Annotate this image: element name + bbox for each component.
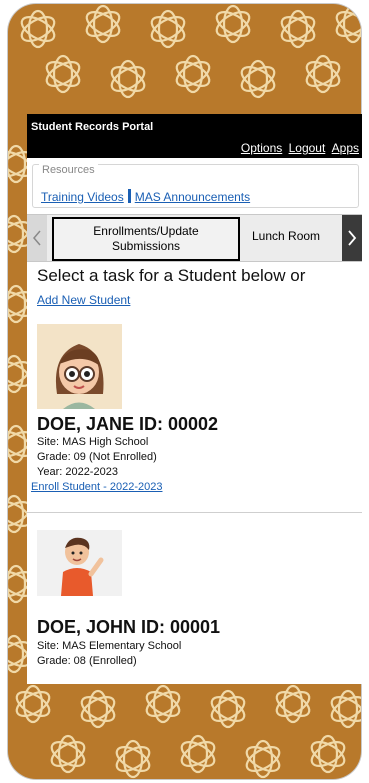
chevron-right-icon xyxy=(348,230,357,246)
task-prompt: Select a task for a Student below or xyxy=(37,266,306,285)
student-grade: Grade: 08 (Enrolled) xyxy=(37,655,137,667)
options-link[interactable]: Options xyxy=(241,141,282,155)
student-grade: Grade: 09 (Not Enrolled) xyxy=(37,451,157,463)
apps-link[interactable]: Apps xyxy=(332,141,359,155)
header-links: Options Logout Apps xyxy=(238,141,359,155)
student-year: Year: 2022-2023 xyxy=(37,466,118,478)
logout-link[interactable]: Logout xyxy=(289,141,326,155)
student-site: Site: MAS High School xyxy=(37,436,149,448)
boy-avatar-icon xyxy=(61,537,104,596)
app-title: Student Records Portal xyxy=(31,121,154,133)
portal-screen: Student Records Portal Options Logout Ap… xyxy=(27,114,362,684)
student-name: DOE, JANE ID: 00002 xyxy=(37,414,219,434)
resources-links: Training Videos MAS Announcements xyxy=(41,189,250,204)
chevron-left-icon xyxy=(33,230,41,246)
tab-scroll-right[interactable] xyxy=(342,215,362,261)
add-new-student-link[interactable]: Add New Student xyxy=(37,293,130,307)
student-avatar xyxy=(37,324,122,409)
resources-box: Resources Training Videos MAS Announcemen… xyxy=(32,164,359,208)
tab-scroll-left[interactable] xyxy=(27,215,47,261)
tab-enrollments-line2: Submissions xyxy=(111,239,180,253)
student-name: DOE, JOHN ID: 00001 xyxy=(37,617,221,637)
student-site: Site: MAS Elementary School xyxy=(37,640,182,652)
mas-announcements-link[interactable]: MAS Announcements xyxy=(135,190,250,204)
student-divider xyxy=(27,512,362,513)
enroll-student-link[interactable]: Enroll Student - 2022-2023 xyxy=(31,481,162,493)
girl-avatar-icon xyxy=(55,344,104,409)
training-videos-link[interactable]: Training Videos xyxy=(41,190,124,204)
task-tab-bar: Enrollments/Update Submissions Lunch Roo… xyxy=(27,214,362,262)
student-avatar xyxy=(37,530,122,596)
tab-enrollments-line1: Enrollments/Update xyxy=(93,224,199,238)
resources-legend: Resources xyxy=(39,164,98,176)
tab-enrollments[interactable]: Enrollments/Update Submissions xyxy=(52,217,240,261)
top-bar: Student Records Portal Options Logout Ap… xyxy=(27,114,362,158)
tab-lunch-room[interactable]: Lunch Room xyxy=(252,229,320,243)
link-separator xyxy=(127,189,131,203)
